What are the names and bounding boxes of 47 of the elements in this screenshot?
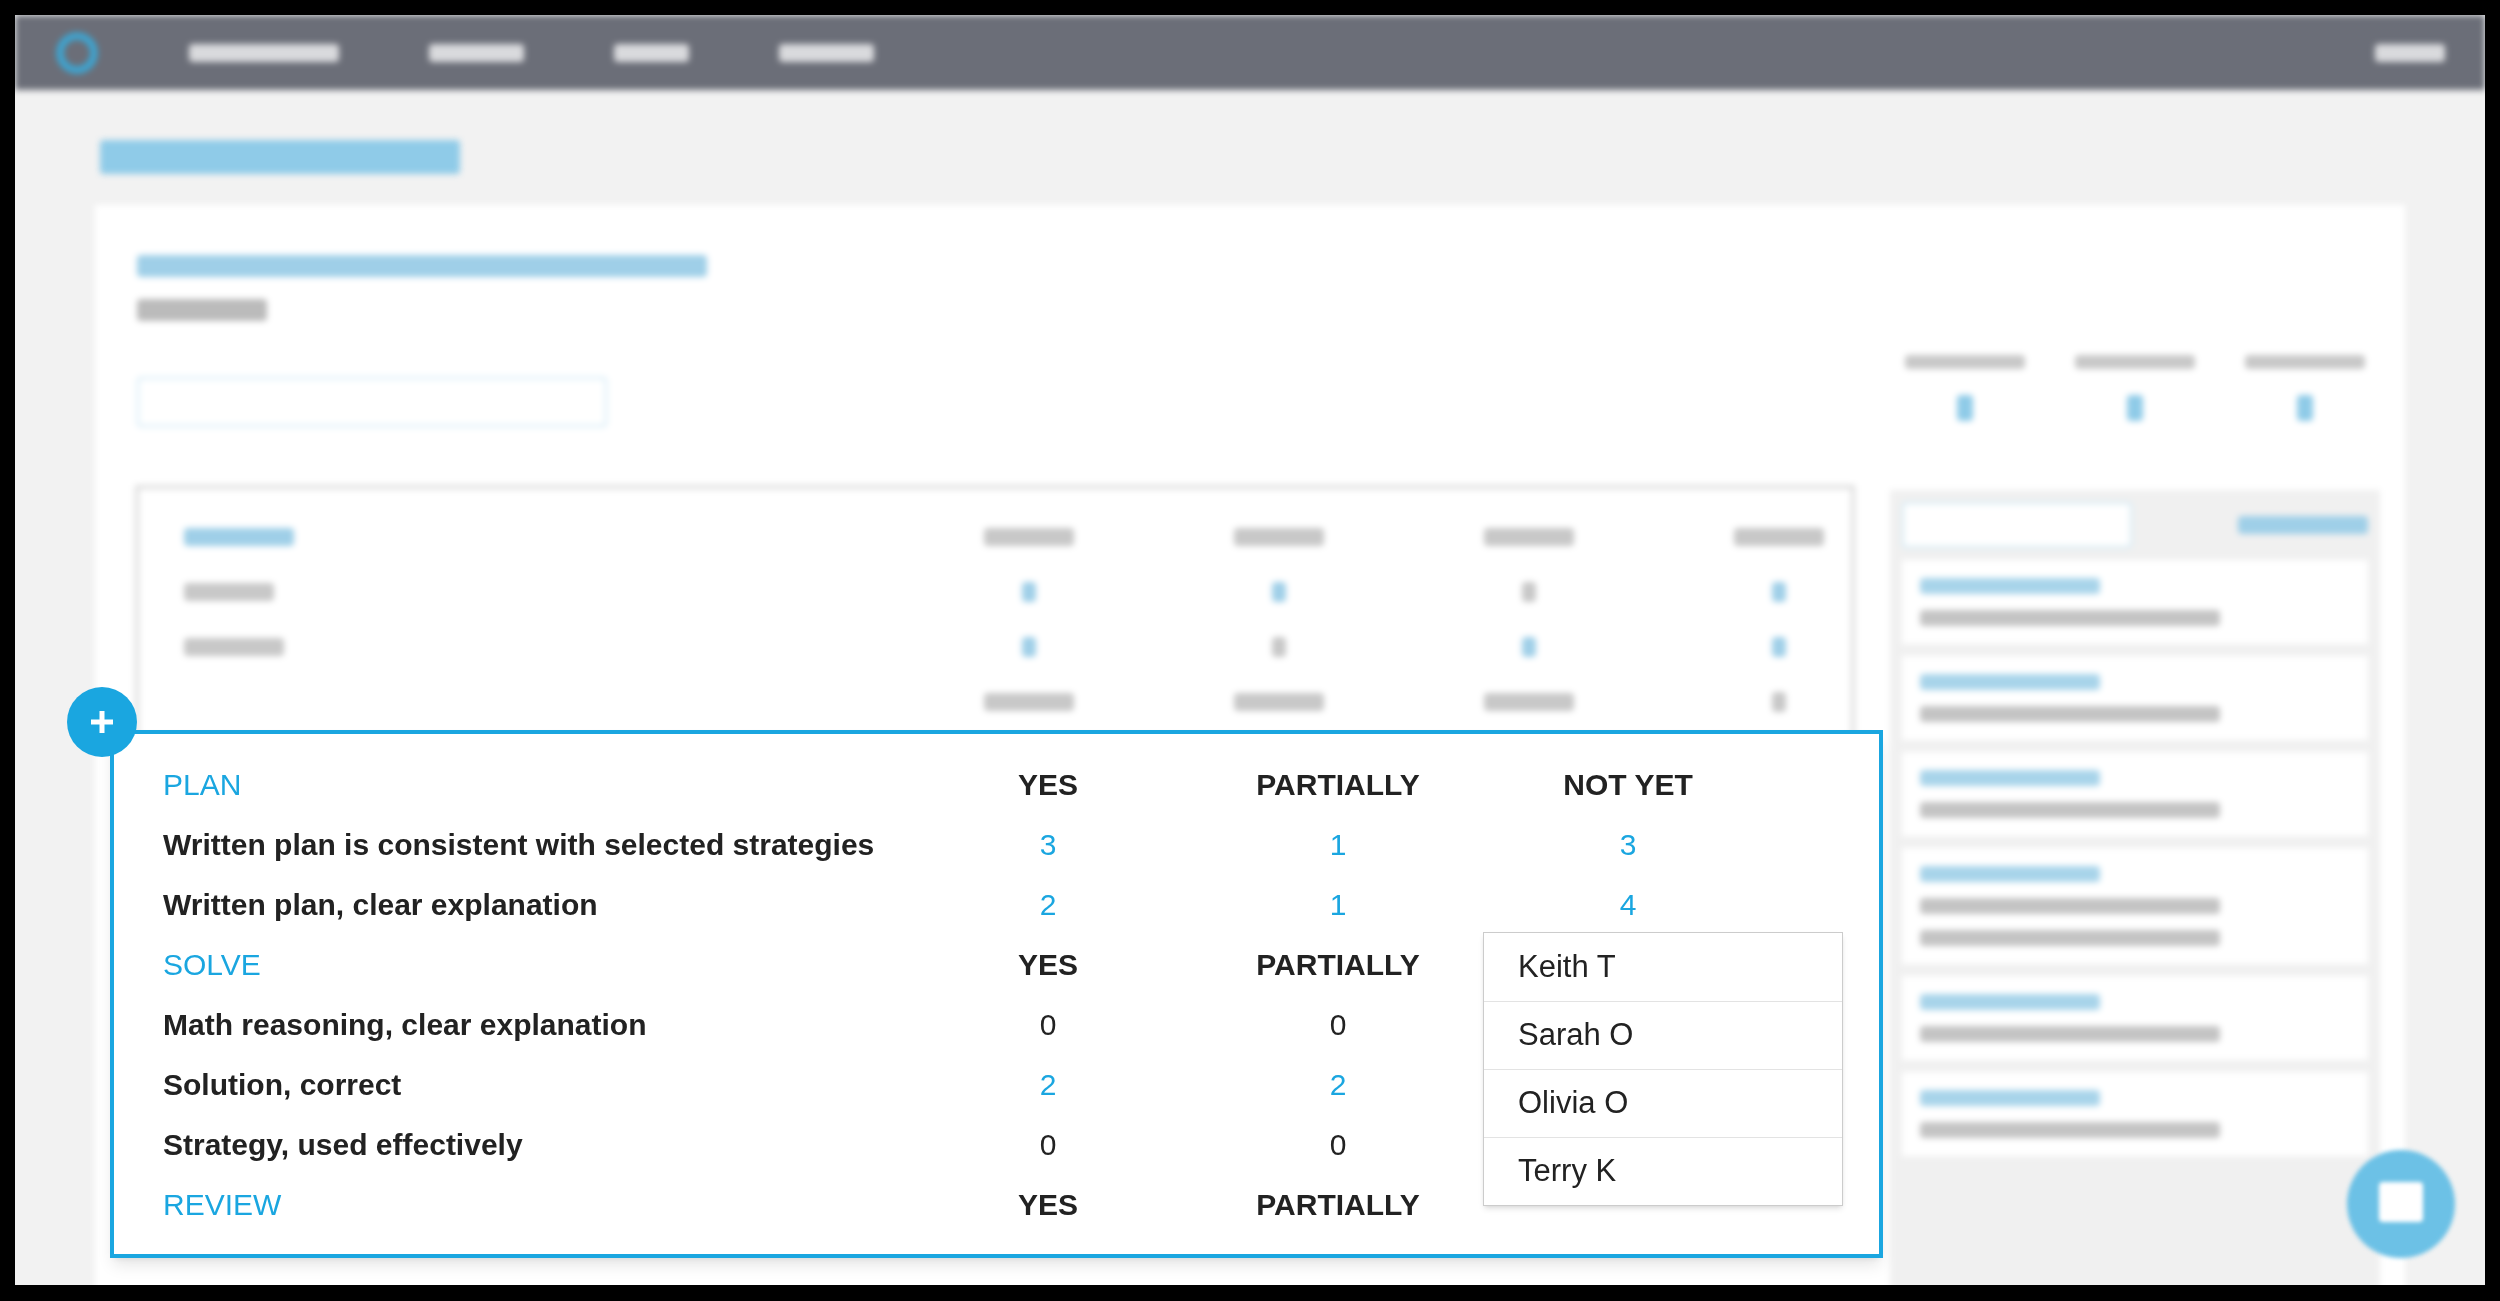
blurred-text: [1957, 395, 1973, 421]
section-heading[interactable]: SOLVE: [163, 941, 261, 987]
count-value: 0: [1039, 1126, 1057, 1163]
student-menu-item[interactable]: Terry K: [1484, 1137, 1842, 1205]
student-menu-item[interactable]: Sarah O: [1484, 1001, 1842, 1069]
column-header: YES: [1018, 766, 1078, 803]
chat-icon[interactable]: [2345, 1148, 2457, 1260]
blurred-text: [1772, 691, 1786, 712]
blurred-text: [2127, 395, 2143, 421]
blurred-text: [1772, 636, 1786, 657]
count-link[interactable]: 1: [1329, 881, 1347, 927]
logo-icon[interactable]: [55, 30, 99, 75]
section-heading[interactable]: REVIEW: [163, 1181, 282, 1227]
row-label: Written plan is consistent with selected strategies: [163, 826, 875, 863]
row-label: Written plan, clear explanation: [163, 886, 598, 923]
blurred-text: [1772, 581, 1786, 602]
plus-icon[interactable]: [67, 687, 137, 757]
count-value: 0: [1329, 1006, 1347, 1043]
blurred-text: [1022, 581, 1036, 602]
blurred-text: [2297, 395, 2313, 421]
count-value: 0: [1329, 1126, 1347, 1163]
blurred-text: [1022, 636, 1036, 657]
count-link[interactable]: 3: [1039, 821, 1057, 867]
count-link[interactable]: 2: [1039, 1061, 1057, 1107]
student-menu-item[interactable]: Olivia O: [1484, 1069, 1842, 1137]
column-header: PARTIALLY: [1256, 946, 1420, 983]
blurred-text: [1272, 581, 1286, 602]
count-link[interactable]: 2: [1329, 1061, 1347, 1107]
blurred-text: [1272, 636, 1286, 657]
row-label: Strategy, used effectively: [163, 1126, 523, 1163]
blurred-text: [1522, 636, 1536, 657]
section-heading[interactable]: PLAN: [163, 761, 242, 807]
row-label: Solution, correct: [163, 1066, 402, 1103]
count-value: 0: [1039, 1006, 1057, 1043]
column-header: YES: [1018, 1186, 1078, 1223]
blurred-text: [2375, 43, 2445, 62]
column-header: NOT YET: [1563, 766, 1693, 803]
count-link[interactable]: 2: [1039, 881, 1057, 927]
row-label: Math reasoning, clear explanation: [163, 1006, 647, 1043]
count-link[interactable]: 4: [1619, 881, 1637, 927]
student-menu-item[interactable]: Keith T: [1484, 933, 1842, 1001]
column-header: PARTIALLY: [1256, 1186, 1420, 1223]
column-header: YES: [1018, 946, 1078, 983]
count-link[interactable]: 1: [1329, 821, 1347, 867]
blurred-text: [1522, 581, 1536, 602]
count-link[interactable]: 3: [1619, 821, 1637, 867]
column-header: PARTIALLY: [1256, 766, 1420, 803]
